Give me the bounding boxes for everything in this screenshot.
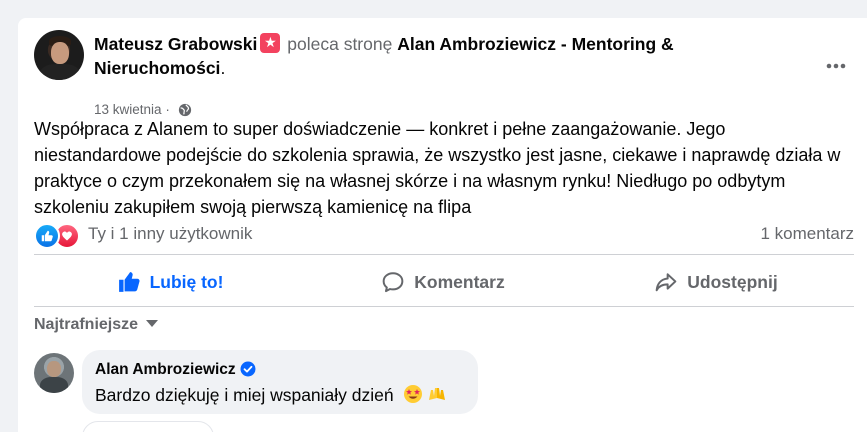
comment-label: Komentarz — [414, 271, 505, 292]
more-icon — [826, 63, 846, 69]
star-struck-emoji-icon — [403, 384, 423, 409]
page-name-suffix: . — [220, 58, 226, 78]
comment-author[interactable]: Alan Ambroziewicz — [95, 361, 236, 378]
like-icon — [34, 223, 60, 249]
verified-badge-icon — [240, 361, 256, 382]
comment-sort-dropdown[interactable]: Najtrafniejsze — [34, 316, 159, 334]
caret-down-icon — [146, 320, 159, 327]
raising-hands-emoji-icon — [427, 384, 447, 409]
reaction-icons[interactable] — [34, 223, 80, 249]
comment-button[interactable]: Komentarz — [307, 258, 580, 306]
action-text: poleca stronę — [287, 34, 393, 54]
reactions-summary[interactable]: Ty i 1 inny użytkownik — [88, 224, 252, 244]
divider — [34, 254, 854, 255]
more-options-button[interactable] — [818, 48, 854, 84]
sort-label: Najtrafniejsze — [34, 316, 139, 333]
comment-text: Bardzo dziękuję i miej wspaniały dzień — [95, 385, 394, 405]
post-headline: Mateusz Grabowski poleca stronę Alan Amb… — [94, 32, 734, 80]
share-icon — [655, 273, 677, 292]
author-name[interactable]: Mateusz Grabowski — [94, 34, 257, 54]
comment-text-row: Bardzo dziękuję i miej wspaniały dzień — [95, 384, 447, 409]
like-button[interactable]: Lubię to! — [34, 258, 307, 306]
post-actions: Lubię to! Komentarz Udostępnij — [34, 258, 854, 306]
thumbs-up-icon — [118, 272, 140, 292]
post-date[interactable]: 13 kwietnia — [94, 102, 162, 117]
comments-count[interactable]: 1 komentarz — [760, 224, 854, 244]
share-button[interactable]: Udostępnij — [580, 258, 853, 306]
reactions-bar: Ty i 1 inny użytkownik 1 komentarz — [34, 220, 854, 250]
comment-author-row: Alan Ambroziewicz — [95, 361, 256, 382]
divider — [34, 306, 854, 307]
comment-icon — [382, 272, 404, 293]
post-body: Współpraca z Alanem to super doświadczen… — [34, 119, 841, 217]
like-label: Lubię to! — [149, 271, 224, 292]
next-comment-bubble — [82, 421, 214, 432]
recommendation-icon — [260, 32, 281, 53]
post-header: Mateusz Grabowski poleca stronę Alan Amb… — [34, 30, 854, 117]
post-card: Mateusz Grabowski poleca stronę Alan Amb… — [18, 18, 867, 432]
author-avatar[interactable] — [34, 30, 84, 80]
share-label: Udostępnij — [687, 271, 778, 292]
commenter-avatar[interactable] — [34, 353, 74, 393]
meta-separator: · — [165, 102, 170, 117]
comment-bubble: Alan Ambroziewicz Bardzo dziękuję i miej… — [82, 350, 478, 414]
